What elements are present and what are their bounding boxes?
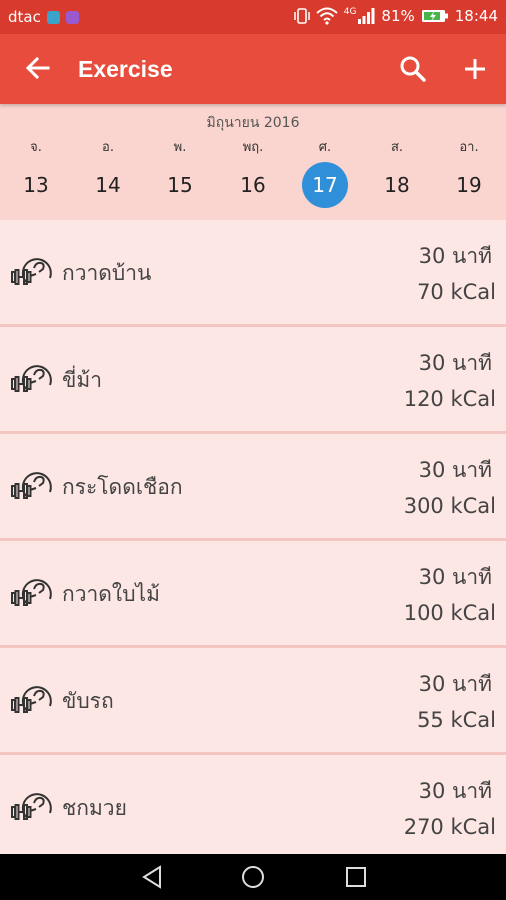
exercise-list: กวาดบ้าน 30 นาที 70 kCal ขี่ม้า 30 นาที … <box>0 220 506 854</box>
dumbbell-arm-icon <box>11 365 52 392</box>
exercise-list-item[interactable]: กระโดดเชือก 30 นาที 300 kCal <box>0 434 506 541</box>
dumbbell-arm-icon <box>11 472 52 499</box>
exercise-list-item[interactable]: กวาดบ้าน 30 นาที 70 kCal <box>0 220 506 327</box>
day-of-week-label: จ. <box>30 140 42 155</box>
battery-percent: 81% <box>381 7 415 25</box>
exercise-list-item[interactable]: ขับรถ 30 นาที 55 kCal <box>0 648 506 755</box>
day-number: 15 <box>167 173 193 197</box>
notification-app-icon <box>65 10 79 24</box>
battery-charging-icon <box>421 10 448 22</box>
calendar-day[interactable]: อา. 19 <box>439 136 499 208</box>
page-title: Exercise <box>78 56 173 82</box>
dumbbell-arm-icon <box>11 793 52 820</box>
signal-icon <box>358 8 375 24</box>
exercise-calories: 300 kCal <box>403 494 496 518</box>
exercise-calories: 70 kCal <box>417 280 496 304</box>
day-number: 16 <box>240 173 266 197</box>
exercise-duration: 30 นาที <box>418 458 492 482</box>
day-number: 18 <box>384 173 410 197</box>
dumbbell-arm-icon <box>11 258 52 285</box>
day-of-week-label: พฤ. <box>242 140 264 155</box>
calendar-day-selected[interactable]: ศ. 17 <box>295 136 355 208</box>
calendar-day[interactable]: จ. 13 <box>6 136 66 208</box>
day-of-week-label: อา. <box>459 140 479 155</box>
exercise-name: ชกมวย <box>62 796 127 820</box>
system-navigation-bar <box>0 854 506 900</box>
search-icon[interactable] <box>396 52 430 86</box>
status-bar: dtac 4G 81% 18:44 <box>0 0 506 34</box>
exercise-duration: 30 นาที <box>418 244 492 268</box>
app-bar: Exercise <box>0 34 506 104</box>
day-number: 19 <box>456 173 482 197</box>
day-number: 14 <box>95 173 121 197</box>
dumbbell-arm-icon <box>11 579 52 606</box>
day-of-week-label: พ. <box>173 140 187 155</box>
exercise-duration: 30 นาที <box>418 672 492 696</box>
day-of-week-label: อ. <box>102 140 114 155</box>
clock: 18:44 <box>454 7 498 25</box>
exercise-list-item[interactable]: ชกมวย 30 นาที 270 kCal <box>0 755 506 854</box>
day-number: 13 <box>23 173 49 197</box>
day-of-week-label: ศ. <box>318 140 332 155</box>
exercise-list-item[interactable]: กวาดใบไม้ 30 นาที 100 kCal <box>0 541 506 648</box>
wifi-icon <box>316 7 338 25</box>
exercise-calories: 120 kCal <box>403 387 496 411</box>
arrow-left-icon[interactable] <box>22 52 54 84</box>
exercise-name: กระโดดเชือก <box>62 475 183 499</box>
calendar-day[interactable]: พ. 15 <box>150 136 210 208</box>
day-number-selected: 17 <box>302 162 348 208</box>
calendar-day[interactable]: ส. 18 <box>367 136 427 208</box>
exercise-calories: 100 kCal <box>403 601 496 625</box>
calendar-day[interactable]: อ. 14 <box>78 136 138 208</box>
calendar-day[interactable]: พฤ. 16 <box>223 136 283 208</box>
exercise-list-item[interactable]: ขี่ม้า 30 นาที 120 kCal <box>0 327 506 434</box>
plus-icon[interactable] <box>458 52 492 86</box>
week-calendar: มิถุนายน 2016 จ. 13 อ. 14 พ. 15 พฤ. 16 ศ… <box>0 104 506 220</box>
calendar-month-label: มิถุนายน 2016 <box>206 115 300 131</box>
exercise-name: กวาดบ้าน <box>62 261 152 285</box>
day-of-week-label: ส. <box>390 140 404 155</box>
vibrate-icon <box>293 8 310 24</box>
exercise-name: ขับรถ <box>62 689 114 713</box>
nav-back-icon[interactable] <box>138 863 166 891</box>
notification-app-icon <box>46 10 60 24</box>
exercise-duration: 30 นาที <box>418 779 492 803</box>
exercise-calories: 270 kCal <box>403 815 496 839</box>
dumbbell-arm-icon <box>11 686 52 713</box>
exercise-calories: 55 kCal <box>417 708 496 732</box>
exercise-name: ขี่ม้า <box>62 368 102 392</box>
exercise-duration: 30 นาที <box>418 565 492 589</box>
exercise-duration: 30 นาที <box>418 351 492 375</box>
carrier-label: dtac <box>8 8 41 26</box>
exercise-name: กวาดใบไม้ <box>62 582 160 606</box>
nav-home-icon[interactable] <box>239 863 267 891</box>
network-type-label: 4G <box>343 7 357 17</box>
nav-recents-icon[interactable] <box>342 863 370 891</box>
